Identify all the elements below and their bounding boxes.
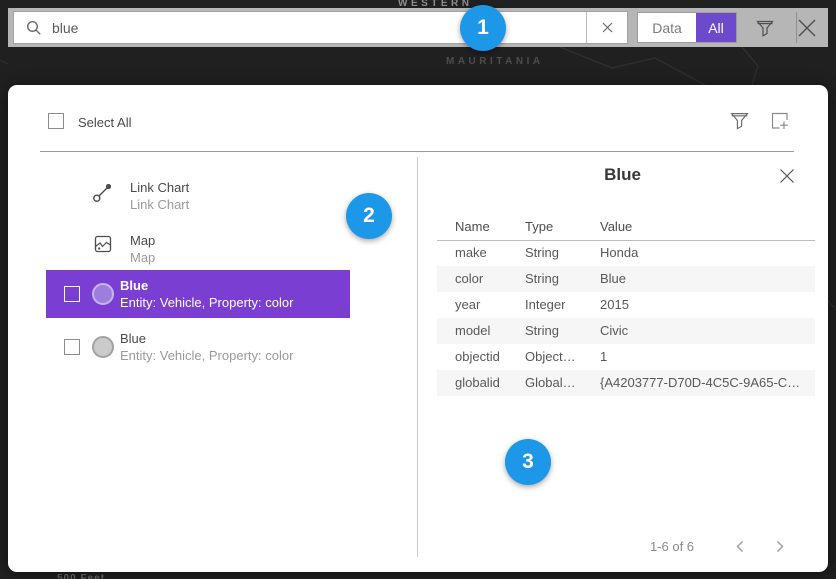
search-filter-button[interactable] — [753, 16, 777, 40]
result-title: Blue — [120, 331, 146, 346]
cell-value: Civic — [600, 318, 812, 344]
search-close-button[interactable] — [795, 16, 819, 40]
result-subtitle: Entity: Vehicle, Property: color — [120, 295, 293, 310]
search-icon — [26, 20, 42, 36]
cell-name: model — [455, 318, 490, 344]
map-label-mauritania: MAURITANIA — [446, 56, 544, 67]
annotation-badge-1: 1 — [460, 5, 506, 51]
pagination-prev-button[interactable] — [729, 535, 751, 557]
search-toolbar: Data All — [8, 8, 828, 47]
detail-close-button[interactable] — [776, 165, 798, 187]
result-subtitle: Entity: Vehicle, Property: color — [120, 348, 293, 363]
annotation-badge-3: 3 — [505, 439, 551, 485]
select-all-label: Select All — [78, 115, 131, 130]
entity-dot-icon — [92, 283, 114, 305]
clear-icon — [602, 22, 613, 33]
column-header-name: Name — [455, 219, 490, 234]
cell-value: {A4203777-D70D-4C5C-9A65-C… — [600, 370, 812, 396]
close-icon — [779, 168, 795, 184]
result-row-blue-selected[interactable]: Blue Entity: Vehicle, Property: color — [46, 270, 350, 318]
attribute-table-header: Name Type Value — [437, 213, 815, 240]
cell-type: Global… — [525, 370, 576, 396]
cell-value: 1 — [600, 344, 812, 370]
scope-option-data[interactable]: Data — [638, 13, 696, 42]
cell-name: globalid — [455, 370, 500, 396]
result-checkbox[interactable] — [64, 339, 80, 355]
result-row-blue[interactable]: Blue Entity: Vehicle, Property: color — [8, 322, 417, 372]
table-row: make String Honda — [437, 240, 815, 266]
pagination-label: 1-6 of 6 — [630, 539, 714, 554]
cell-value: Honda — [600, 240, 812, 266]
column-header-type: Type — [525, 219, 553, 234]
add-selection-button[interactable] — [769, 110, 791, 132]
search-clear-button[interactable] — [586, 12, 627, 43]
search-box — [13, 11, 628, 44]
search-scope-toggle: Data All — [637, 12, 737, 43]
table-row: year Integer 2015 — [437, 292, 815, 318]
result-subtitle: Map — [130, 250, 155, 265]
cell-value: Blue — [600, 266, 812, 292]
panel-header-divider — [40, 151, 794, 152]
cell-type: String — [525, 266, 559, 292]
pagination-next-button[interactable] — [769, 535, 791, 557]
panel-vertical-divider — [417, 157, 418, 557]
table-row: model String Civic — [437, 318, 815, 344]
chevron-right-icon — [776, 540, 784, 553]
cell-type: Integer — [525, 292, 565, 318]
result-title: Blue — [120, 278, 148, 293]
search-results-panel: Select All Link Chart Link Char — [8, 85, 828, 572]
result-title: Link Chart — [130, 180, 189, 195]
close-icon — [797, 18, 817, 38]
filter-icon — [756, 19, 774, 38]
add-selection-icon — [770, 111, 790, 131]
cell-value: 2015 — [600, 292, 812, 318]
cell-type: String — [525, 240, 559, 266]
attribute-table: Name Type Value make String Honda color … — [437, 213, 815, 396]
table-row: globalid Global… {A4203777-D70D-4C5C-9A6… — [437, 370, 815, 396]
cell-type: Object… — [525, 344, 576, 370]
cell-name: make — [455, 240, 487, 266]
cell-name: year — [455, 292, 480, 318]
annotation-badge-2: 2 — [346, 193, 392, 239]
filter-icon — [730, 111, 749, 131]
column-header-value: Value — [600, 219, 812, 234]
cell-name: objectid — [455, 344, 500, 370]
map-scale-text: 500 Feet — [57, 573, 105, 579]
select-all-checkbox[interactable] — [48, 113, 64, 129]
entity-dot-icon — [92, 336, 114, 358]
link-chart-icon — [92, 181, 114, 203]
map-icon — [93, 234, 113, 254]
chevron-left-icon — [736, 540, 744, 553]
table-row: objectid Object… 1 — [437, 344, 815, 370]
result-checkbox[interactable] — [64, 286, 80, 302]
scope-option-all[interactable]: All — [696, 13, 736, 42]
cell-name: color — [455, 266, 483, 292]
result-title: Map — [130, 233, 155, 248]
result-subtitle: Link Chart — [130, 197, 189, 212]
cell-type: String — [525, 318, 559, 344]
app-window: WESTERN MAURITANIA 500 Feet Data All — [0, 0, 836, 579]
detail-title: Blue — [417, 165, 828, 185]
results-filter-button[interactable] — [728, 110, 750, 132]
table-row: color String Blue — [437, 266, 815, 292]
